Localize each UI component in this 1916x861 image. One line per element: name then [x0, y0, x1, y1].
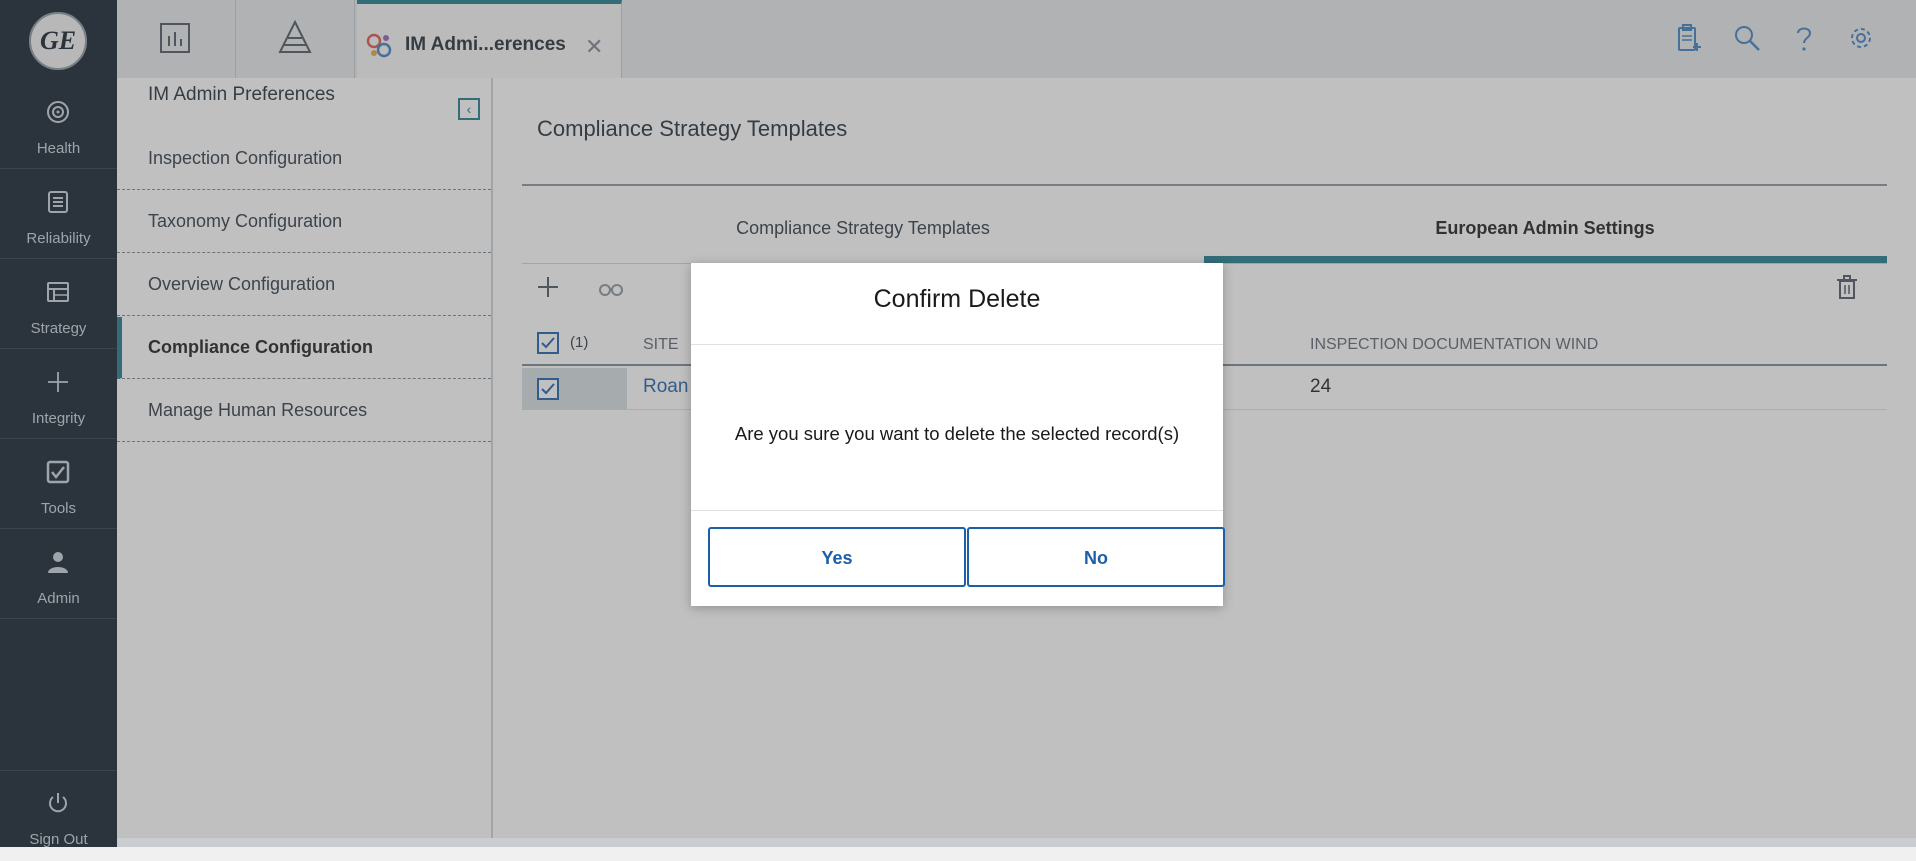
no-button[interactable]: No: [967, 527, 1225, 587]
dialog-message: Are you sure you want to delete the sele…: [734, 423, 1180, 444]
dialog-title: Confirm Delete: [873, 285, 1041, 313]
dialog-divider: [691, 344, 1223, 345]
dialog-divider: [691, 510, 1223, 511]
yes-button[interactable]: Yes: [708, 527, 966, 587]
confirm-delete-dialog: Confirm Delete Are you sure you want to …: [691, 263, 1225, 606]
bottom-scrollbar[interactable]: [117, 838, 1916, 847]
